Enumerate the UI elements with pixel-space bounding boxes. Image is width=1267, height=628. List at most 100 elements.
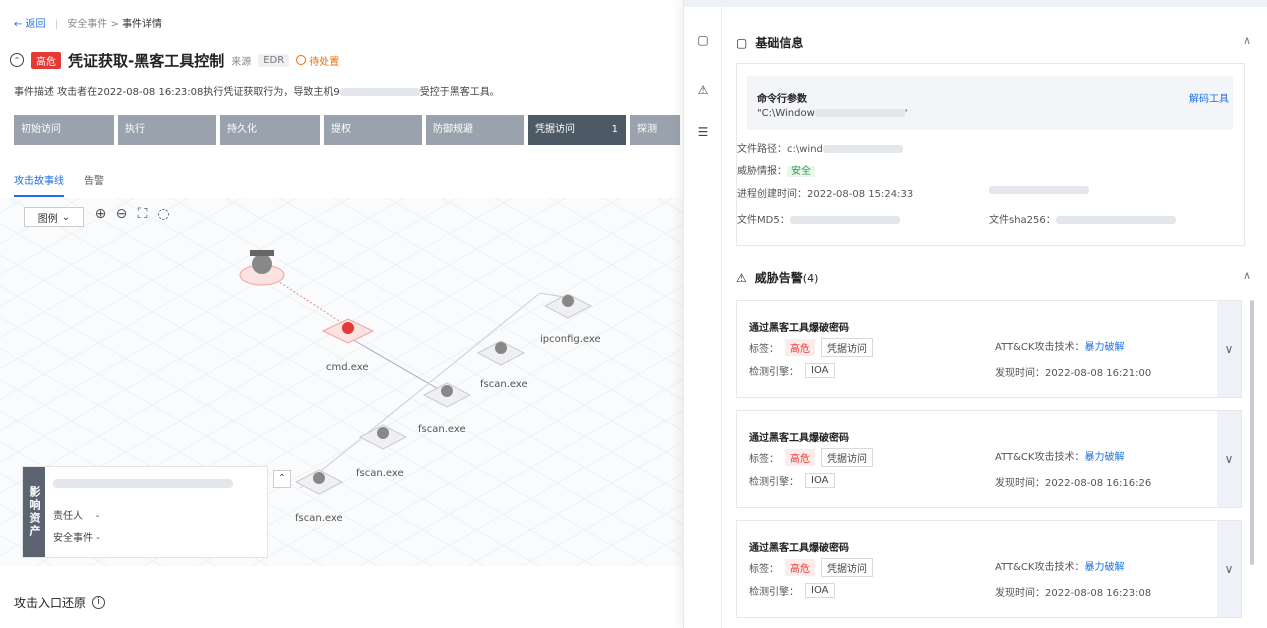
legend-dropdown[interactable]: 图例 ⌄	[24, 207, 84, 227]
stage-initial-access[interactable]: 初始访问	[14, 115, 114, 145]
stage-label: 初始访问	[21, 124, 61, 135]
collapse-basic-icon[interactable]: ∧	[1243, 34, 1251, 47]
node-fscan-1[interactable]	[476, 340, 526, 366]
info-icon[interactable]: i	[92, 596, 106, 609]
tech-link[interactable]: 暴力破解	[1084, 452, 1124, 463]
alert-tags: 标签： 高危 凭据访问	[749, 558, 873, 577]
stage-count: 1	[611, 124, 618, 135]
sha256-label: 文件sha256：	[989, 215, 1056, 226]
alert-name: 通过黑客工具爆破密码	[749, 433, 849, 444]
panel-scrollbar[interactable]	[1250, 300, 1254, 565]
alert-technique: ATT&CK攻击技术：暴力破解	[995, 338, 1124, 353]
alert-technique: ATT&CK攻击技术：暴力破解	[995, 448, 1124, 463]
asset-collapse-icon[interactable]: ⌃	[273, 470, 291, 488]
redacted-md5	[789, 216, 900, 224]
severity-tag: 高危	[785, 559, 815, 576]
tag-label: 标签：	[749, 564, 779, 575]
back-link[interactable]: ← 返回	[14, 19, 46, 30]
category-tag: 凭据访问	[821, 558, 873, 577]
tech-link[interactable]: 暴力破解	[1084, 562, 1124, 573]
decode-tool-link[interactable]: 解码工具	[1189, 90, 1229, 105]
stage-label: 提权	[331, 124, 351, 135]
tree-nav-icon[interactable]: ☰	[695, 124, 711, 140]
panel-top-bar	[684, 0, 1267, 7]
fscan-node-gear-icon	[495, 342, 507, 354]
description-prefix: 事件描述 攻击者在2022-08-08 16:23:08执行凭证获取行为，导致主…	[14, 87, 340, 98]
basic-info-title: 基础信息	[755, 36, 804, 50]
fit-screen-icon[interactable]: ⛶	[134, 206, 151, 223]
stage-execution[interactable]: 执行	[118, 115, 216, 145]
cmd-node-gear-icon	[342, 322, 354, 334]
node-fscan-3[interactable]	[358, 424, 408, 450]
stage-discovery[interactable]: 探测	[630, 115, 680, 145]
md5-row: 文件MD5：	[737, 211, 900, 226]
node-fscan-4[interactable]	[294, 469, 344, 495]
tech-label: ATT&CK攻击技术：	[995, 562, 1085, 573]
stage-label: 持久化	[227, 124, 257, 135]
event-label: 安全事件	[53, 533, 93, 544]
alerts-title-text: 威胁告警	[754, 271, 803, 285]
source-value: EDR	[258, 53, 290, 67]
time-value: 2022-08-08 16:21:00	[1045, 368, 1152, 379]
collapse-icon[interactable]: ⌃	[10, 53, 24, 67]
stage-defense-evasion[interactable]: 防御规避	[426, 115, 524, 145]
alert-card[interactable]: 通过黑客工具爆破密码 标签： 高危 凭据访问 检测引擎： IOA ATT&CK攻击技术…	[736, 300, 1242, 398]
attack-stage-bar: 初始访问 执行 持久化 提权 防御规避 凭据访问 1 探测	[14, 115, 680, 145]
tab-alerts[interactable]: 告警	[84, 172, 104, 197]
stage-label: 防御规避	[433, 124, 473, 135]
zoom-in-icon[interactable]: ⊕	[92, 206, 109, 223]
node-cmd[interactable]	[321, 318, 375, 344]
sha256-row: 文件sha256：	[989, 211, 1176, 226]
redacted-field-row	[989, 185, 1089, 196]
severity-tag: 高危	[785, 339, 815, 356]
alerts-title: 威胁告警(4)	[755, 269, 819, 286]
zoom-out-icon[interactable]: ⊖	[113, 206, 130, 223]
redacted-path	[822, 145, 903, 153]
fscan-node-gear-icon	[377, 427, 389, 439]
create-time-label: 进程创建时间：	[737, 189, 807, 200]
graph-toolbar: ⊕ ⊖ ⛶ ◌	[92, 206, 172, 223]
breadcrumb: ← 返回 | 安全事件 > 事件详情	[14, 15, 162, 30]
fscan-node-gear-icon	[313, 472, 325, 484]
hacker-hat	[250, 250, 274, 256]
stage-credential-access[interactable]: 凭据访问 1	[528, 115, 626, 145]
expand-alert-icon[interactable]: ∨	[1217, 411, 1241, 507]
node-ipconfig[interactable]	[543, 293, 593, 319]
legend-label: 图例	[37, 213, 58, 225]
severity-tag: 高危	[785, 449, 815, 466]
node-label-fscan-1: fscan.exe	[480, 379, 528, 390]
process-time-row: 进程创建时间：2022-08-08 15:24:33	[737, 185, 913, 200]
breadcrumb-path[interactable]: 安全事件 >	[67, 19, 122, 30]
node-label-fscan-4: fscan.exe	[295, 513, 343, 524]
time-value: 2022-08-08 16:23:08	[1045, 588, 1152, 599]
tab-attack-storyline[interactable]: 攻击故事线	[14, 172, 64, 197]
alarm-nav-icon[interactable]: ⚠	[695, 82, 711, 98]
reset-view-icon[interactable]: ◌	[155, 206, 172, 223]
basic-info-header[interactable]: ▢ 基础信息	[736, 34, 803, 51]
stage-persistence[interactable]: 持久化	[220, 115, 320, 145]
alert-engine: 检测引擎： IOA	[749, 583, 835, 598]
alert-card[interactable]: 通过黑客工具爆破密码 标签： 高危 凭据访问 检测引擎： IOA ATT&CK攻击技术…	[736, 410, 1242, 508]
cmd-args-text: "C:\Window	[757, 108, 815, 119]
threat-alerts-header[interactable]: ⚠ 威胁告警(4)	[736, 269, 818, 286]
owner-value: -	[95, 511, 100, 522]
collapse-alerts-icon[interactable]: ∧	[1243, 269, 1251, 282]
hacker-icon	[252, 254, 272, 274]
tech-link[interactable]: 暴力破解	[1084, 342, 1124, 353]
basic-info-nav-icon[interactable]: ▢	[695, 32, 711, 48]
node-label-fscan-2: fscan.exe	[418, 424, 466, 435]
engine-value: IOA	[805, 583, 835, 598]
expand-alert-icon[interactable]: ∨	[1217, 301, 1241, 397]
basic-info-box: 命令行参数 "C:\Window ' 解码工具 文件路径：c:\wind 威胁情报…	[736, 63, 1245, 246]
engine-value: IOA	[805, 363, 835, 378]
cmd-args-tail: '	[904, 108, 908, 119]
breadcrumb-separator: |	[54, 19, 59, 30]
alert-tags: 标签： 高危 凭据访问	[749, 338, 873, 357]
graph-tabs: 攻击故事线 告警	[14, 172, 104, 197]
alert-card[interactable]: 通过黑客工具爆破密码 标签： 高危 凭据访问 检测引擎： IOA ATT&CK攻击技术…	[736, 520, 1242, 618]
hacker-node[interactable]	[239, 250, 285, 286]
node-fscan-2[interactable]	[422, 382, 472, 408]
alert-name: 通过黑客工具爆破密码	[749, 543, 849, 554]
stage-privilege-escalation[interactable]: 提权	[324, 115, 422, 145]
expand-alert-icon[interactable]: ∨	[1217, 521, 1241, 617]
